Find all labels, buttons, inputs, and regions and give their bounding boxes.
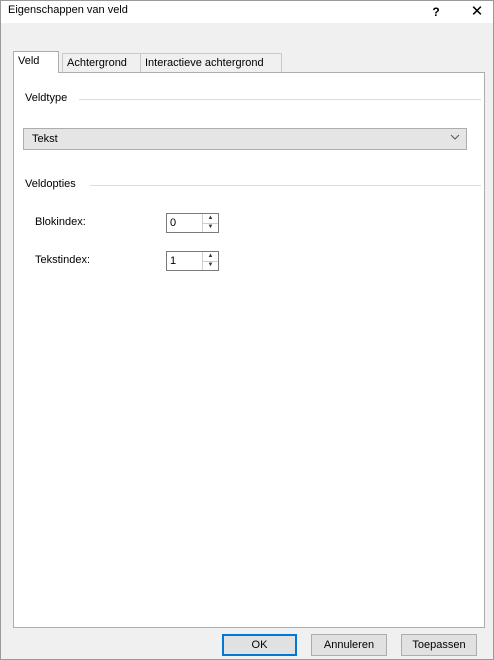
tab-panel [13, 72, 485, 628]
dialog-title: Eigenschappen van veld [8, 4, 128, 16]
tab-interactieve-achtergrond[interactable]: Interactieve achtergrond [140, 53, 282, 72]
tab-interactieve-achtergrond-label: Interactieve achtergrond [145, 57, 264, 69]
blokindex-spin-buttons: ▲ ▼ [202, 214, 218, 232]
title-bar: Eigenschappen van veld ? ✕ [1, 1, 493, 23]
cancel-button[interactable]: Annuleren [311, 634, 387, 656]
tab-veld[interactable]: Veld [13, 51, 59, 73]
tekstindex-spin-buttons: ▲ ▼ [202, 252, 218, 270]
veldtype-select[interactable]: Tekst [23, 128, 467, 150]
blokindex-stepper[interactable]: 0 ▲ ▼ [166, 213, 219, 233]
veldopties-divider [90, 185, 481, 186]
tekstindex-value: 1 [170, 255, 177, 267]
tekstindex-label: Tekstindex: [35, 254, 91, 266]
blokindex-label: Blokindex: [35, 216, 86, 228]
tekstindex-stepper[interactable]: 1 ▲ ▼ [166, 251, 219, 271]
help-button[interactable]: ? [425, 1, 447, 23]
veldopties-group-label: Veldopties [25, 178, 82, 190]
chevron-down-icon [450, 132, 460, 145]
veldtype-group-label: Veldtype [25, 92, 74, 104]
tab-veld-label: Veld [18, 55, 40, 67]
spin-down-icon[interactable]: ▼ [203, 261, 218, 270]
blokindex-value: 0 [170, 217, 177, 229]
close-button[interactable]: ✕ [463, 1, 491, 23]
tab-achtergrond[interactable]: Achtergrond [62, 53, 147, 72]
tab-achtergrond-label: Achtergrond [67, 57, 127, 69]
spin-down-icon[interactable]: ▼ [203, 223, 218, 232]
ok-button[interactable]: OK [222, 634, 297, 656]
veldtype-divider [79, 99, 481, 100]
apply-button[interactable]: Toepassen [401, 634, 477, 656]
properties-dialog: Eigenschappen van veld ? ✕ Veld Achtergr… [0, 0, 494, 660]
veldtype-selected-value: Tekst [32, 133, 58, 145]
